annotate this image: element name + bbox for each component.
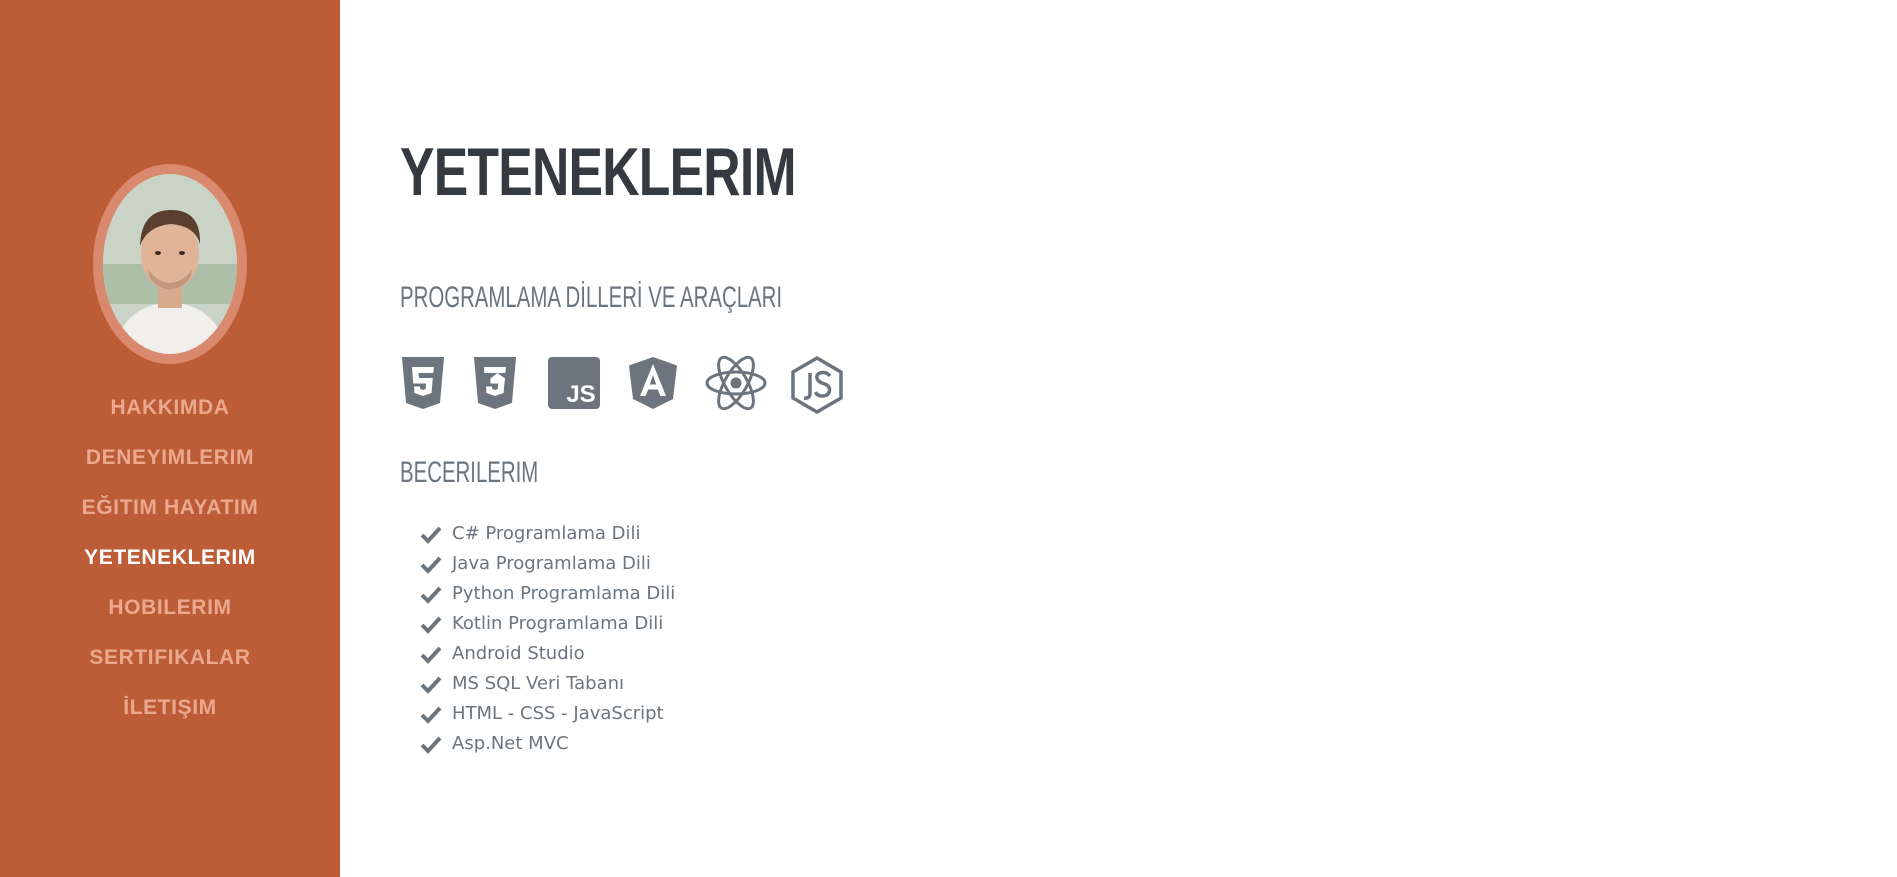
- angular-icon: [626, 355, 680, 415]
- skill-label: Asp.Net MVC: [452, 733, 569, 754]
- check-icon: [420, 706, 442, 724]
- skill-label: MS SQL Veri Tabanı: [452, 673, 625, 694]
- javascript-icon: JS: [546, 355, 602, 415]
- list-item: Python Programlama Dili: [420, 579, 675, 609]
- nav-item-hakkimda[interactable]: HAKKIMDA: [110, 388, 229, 428]
- languages-heading: PROGRAMLAMA DİLLERİ VE ARAÇLARI: [400, 281, 783, 314]
- sidebar-nav: HAKKIMDA DENEYIMLERIM EĞITIM HAYATIM YET…: [0, 388, 340, 738]
- check-icon: [420, 556, 442, 574]
- nav-item-sertifikalar[interactable]: SERTIFIKALAR: [89, 638, 250, 678]
- skills-section: YETENEKLERIM PROGRAMLAMA DİLLERİ VE ARAÇ…: [340, 0, 1897, 877]
- nodejs-icon: [788, 355, 846, 415]
- list-item: C# Programlama Dili: [420, 519, 675, 549]
- list-item: MS SQL Veri Tabanı: [420, 669, 675, 699]
- check-icon: [420, 616, 442, 634]
- profile-avatar[interactable]: [103, 174, 237, 354]
- list-item: HTML - CSS - JavaScript: [420, 699, 675, 729]
- svg-text:JS: JS: [566, 381, 595, 408]
- skill-label: HTML - CSS - JavaScript: [452, 703, 664, 724]
- profile-photo: [103, 174, 237, 354]
- check-icon: [420, 526, 442, 544]
- check-icon: [420, 586, 442, 604]
- react-icon: [704, 355, 768, 415]
- skill-label: C# Programlama Dili: [452, 523, 641, 544]
- sidebar: HAKKIMDA DENEYIMLERIM EĞITIM HAYATIM YET…: [0, 0, 340, 877]
- check-icon: [420, 646, 442, 664]
- check-icon: [420, 736, 442, 754]
- skill-label: Python Programlama Dili: [452, 583, 676, 604]
- list-item: Asp.Net MVC: [420, 729, 675, 759]
- nav-item-deneyimlerim[interactable]: DENEYIMLERIM: [86, 438, 254, 478]
- nav-item-iletisim[interactable]: İLETIŞIM: [123, 688, 216, 728]
- nav-item-yeteneklerim[interactable]: YETENEKLERIM: [84, 538, 256, 578]
- skills-heading: BECERILERIM: [400, 456, 539, 489]
- profile-avatar-frame: [93, 164, 247, 364]
- page-title: YETENEKLERIM: [400, 134, 797, 210]
- list-item: Android Studio: [420, 639, 675, 669]
- skills-list: C# Programlama Dili Java Programlama Dil…: [420, 519, 675, 759]
- skill-label: Kotlin Programlama Dili: [452, 613, 664, 634]
- skill-label: Android Studio: [452, 643, 585, 664]
- nav-item-hobilerim[interactable]: HOBILERIM: [108, 588, 231, 628]
- skill-label: Java Programlama Dili: [452, 553, 651, 574]
- list-item: Kotlin Programlama Dili: [420, 609, 675, 639]
- css3-icon: [472, 355, 518, 415]
- check-icon: [420, 676, 442, 694]
- nav-item-egitim-hayatim[interactable]: EĞITIM HAYATIM: [82, 488, 259, 528]
- list-item: Java Programlama Dili: [420, 549, 675, 579]
- html5-icon: [400, 355, 446, 415]
